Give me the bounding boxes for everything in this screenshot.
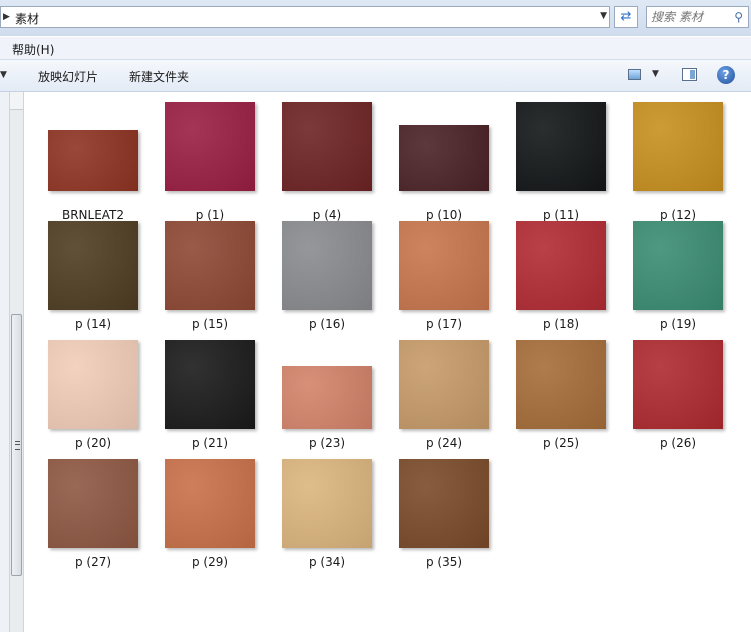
thumbnail[interactable] — [516, 102, 606, 191]
file-name[interactable]: p (4) — [262, 208, 392, 222]
thumbnail[interactable] — [165, 340, 255, 429]
thumbnail[interactable] — [633, 340, 723, 429]
thumbnail[interactable] — [165, 102, 255, 191]
search-input[interactable] — [651, 9, 721, 25]
thumbnail[interactable] — [282, 102, 372, 191]
thumbnail[interactable] — [399, 340, 489, 429]
navigation-pane-edge — [0, 92, 9, 632]
thumbnail[interactable] — [48, 340, 138, 429]
menu-item-help[interactable]: 帮助(H) — [12, 41, 54, 58]
file-name[interactable]: p (15) — [145, 317, 275, 331]
search-box[interactable]: ⚲ — [646, 6, 749, 28]
thumbnail[interactable] — [516, 221, 606, 310]
chevron-down-icon[interactable]: ▼ — [0, 70, 7, 80]
file-name[interactable]: p (18) — [496, 317, 626, 331]
thumbnail[interactable] — [399, 221, 489, 310]
file-name[interactable]: p (26) — [613, 436, 743, 450]
thumbnail[interactable] — [165, 459, 255, 548]
file-name[interactable]: p (11) — [496, 208, 626, 222]
thumbnail[interactable] — [282, 366, 372, 429]
scroll-up-arrow[interactable] — [10, 92, 23, 110]
navigation-bar: ▶ 素材 ▼ ⇄ ⚲ — [0, 0, 751, 36]
search-icon[interactable]: ⚲ — [734, 10, 743, 24]
file-list: BRNLEAT2 p (1) p (4) p (10) p (11) p (12… — [25, 92, 751, 632]
thumbnail[interactable] — [282, 459, 372, 548]
chevron-down-icon[interactable]: ▼ — [600, 11, 607, 21]
command-toolbar: ▼ 放映幻灯片 新建文件夹 ▼ ? — [0, 60, 751, 92]
file-name[interactable]: p (24) — [379, 436, 509, 450]
address-bar[interactable]: ▶ 素材 ▼ — [0, 6, 610, 28]
file-name[interactable]: p (25) — [496, 436, 626, 450]
navigation-scrollbar[interactable] — [9, 92, 24, 632]
file-name[interactable]: p (35) — [379, 555, 509, 569]
thumbnail[interactable] — [48, 221, 138, 310]
file-name[interactable]: p (14) — [28, 317, 158, 331]
change-view-icon[interactable] — [628, 69, 641, 80]
file-name[interactable]: BRNLEAT2 — [28, 208, 158, 222]
thumbnail[interactable] — [282, 221, 372, 310]
file-name[interactable]: p (29) — [145, 555, 275, 569]
refresh-icon[interactable]: ⇄ — [614, 6, 638, 28]
thumbnail[interactable] — [399, 125, 489, 191]
file-name[interactable]: p (34) — [262, 555, 392, 569]
scrollbar-thumb[interactable] — [11, 314, 22, 576]
grip-icon — [15, 441, 20, 450]
file-name[interactable]: p (12) — [613, 208, 743, 222]
file-name[interactable]: p (19) — [613, 317, 743, 331]
file-name[interactable]: p (20) — [28, 436, 158, 450]
file-name[interactable]: p (21) — [145, 436, 275, 450]
thumbnail[interactable] — [48, 459, 138, 548]
thumbnail[interactable] — [165, 221, 255, 310]
address-path[interactable]: 素材 — [15, 10, 39, 27]
file-name[interactable]: p (17) — [379, 317, 509, 331]
thumbnail[interactable] — [633, 102, 723, 191]
chevron-down-icon[interactable]: ▼ — [652, 69, 659, 79]
thumbnail[interactable] — [48, 130, 138, 191]
thumbnail[interactable] — [633, 221, 723, 310]
slideshow-button[interactable]: 放映幻灯片 — [38, 68, 98, 85]
file-name[interactable]: p (23) — [262, 436, 392, 450]
file-name[interactable]: p (16) — [262, 317, 392, 331]
new-folder-button[interactable]: 新建文件夹 — [129, 68, 189, 85]
help-icon[interactable]: ? — [717, 66, 735, 84]
file-name[interactable]: p (1) — [145, 208, 275, 222]
file-name[interactable]: p (10) — [379, 208, 509, 222]
preview-pane-icon[interactable] — [682, 68, 697, 81]
file-name[interactable]: p (27) — [28, 555, 158, 569]
menu-bar: 帮助(H) — [0, 37, 751, 60]
thumbnail[interactable] — [516, 340, 606, 429]
thumbnail[interactable] — [399, 459, 489, 548]
triangle-right-icon[interactable]: ▶ — [3, 12, 10, 22]
